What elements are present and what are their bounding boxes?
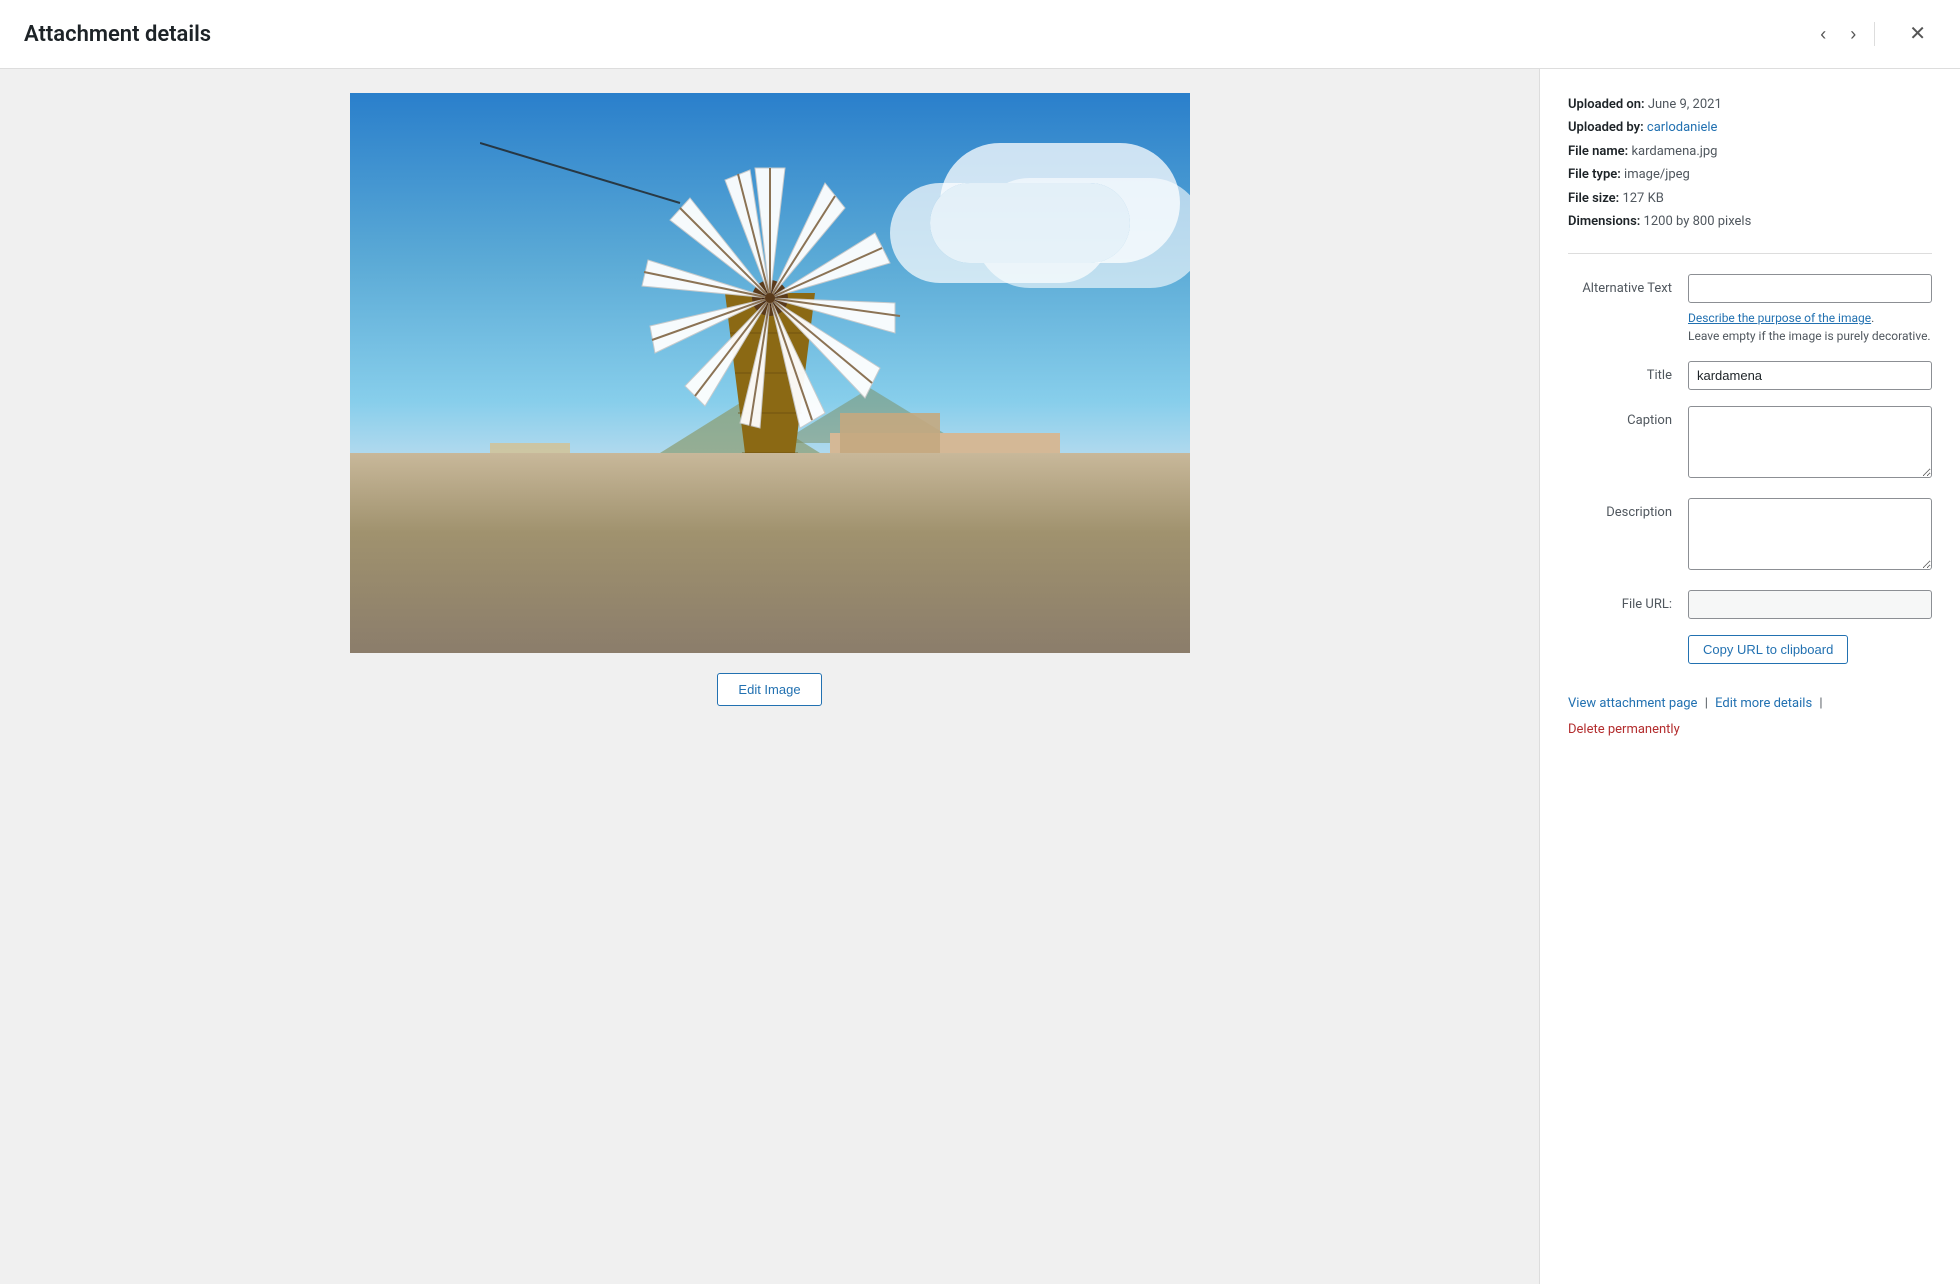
- dimensions-value: 1200 by 800 pixels: [1644, 214, 1752, 229]
- title-label: Title: [1568, 361, 1688, 383]
- file-name-row: File name: kardamena.jpg: [1568, 140, 1932, 163]
- alt-text-help: Describe the purpose of the image. Leave…: [1688, 309, 1932, 345]
- uploaded-by-label: Uploaded by:: [1568, 120, 1644, 135]
- file-type-label: File type:: [1568, 167, 1621, 182]
- file-metadata: Uploaded on: June 9, 2021 Uploaded by: c…: [1568, 93, 1932, 233]
- description-input[interactable]: [1688, 498, 1932, 570]
- caption-control: [1688, 406, 1932, 482]
- file-url-input[interactable]: [1688, 590, 1932, 619]
- title-row: Title: [1568, 361, 1932, 390]
- description-control: [1688, 498, 1932, 574]
- nav-divider: [1874, 22, 1875, 46]
- view-attachment-link[interactable]: View attachment page: [1568, 696, 1697, 711]
- file-name-value: kardamena.jpg: [1631, 144, 1717, 159]
- meta-divider: [1568, 253, 1932, 254]
- file-size-label: File size:: [1568, 191, 1619, 206]
- footer-links: View attachment page | Edit more details…: [1568, 692, 1932, 741]
- uploaded-by-row: Uploaded by: carlodaniele: [1568, 116, 1932, 139]
- uploaded-on-value: June 9, 2021: [1648, 97, 1722, 112]
- windmill-svg: [480, 113, 1060, 653]
- image-container: [350, 93, 1190, 653]
- copy-url-button[interactable]: Copy URL to clipboard: [1688, 635, 1848, 664]
- uploaded-on-label: Uploaded on:: [1568, 97, 1645, 112]
- attachment-image: [350, 93, 1190, 653]
- alt-text-label: Alternative Text: [1568, 274, 1688, 296]
- file-size-value: 127 KB: [1622, 191, 1663, 206]
- alt-text-hint: Leave empty if the image is purely decor…: [1688, 329, 1931, 343]
- caption-input[interactable]: [1688, 406, 1932, 478]
- uploaded-by-link[interactable]: carlodaniele: [1647, 120, 1718, 135]
- file-url-control: [1688, 590, 1932, 619]
- alt-text-link[interactable]: Describe the purpose of the image: [1688, 311, 1871, 325]
- file-size-row: File size: 127 KB: [1568, 187, 1932, 210]
- uploaded-on-row: Uploaded on: June 9, 2021: [1568, 93, 1932, 116]
- description-label: Description: [1568, 498, 1688, 520]
- caption-label: Caption: [1568, 406, 1688, 428]
- header-nav: ‹ › ✕: [1810, 16, 1936, 52]
- title-input[interactable]: [1688, 361, 1932, 390]
- file-url-label: File URL:: [1568, 590, 1688, 612]
- delete-permanently-link[interactable]: Delete permanently: [1568, 718, 1932, 741]
- alt-text-control: Describe the purpose of the image. Leave…: [1688, 274, 1932, 345]
- caption-row: Caption: [1568, 406, 1932, 482]
- alt-text-input[interactable]: [1688, 274, 1932, 303]
- edit-more-link[interactable]: Edit more details: [1715, 696, 1812, 711]
- file-type-row: File type: image/jpeg: [1568, 163, 1932, 186]
- next-button[interactable]: ›: [1840, 17, 1866, 51]
- alt-text-row: Alternative Text Describe the purpose of…: [1568, 274, 1932, 345]
- dimensions-row: Dimensions: 1200 by 800 pixels: [1568, 210, 1932, 233]
- file-url-row: File URL:: [1568, 590, 1932, 619]
- modal-body: Edit Image Uploaded on: June 9, 2021 Upl…: [0, 69, 1960, 1284]
- edit-image-button[interactable]: Edit Image: [717, 673, 821, 706]
- description-row: Description: [1568, 498, 1932, 574]
- title-control: [1688, 361, 1932, 390]
- prev-button[interactable]: ‹: [1810, 17, 1836, 51]
- modal-title: Attachment details: [24, 22, 211, 47]
- dimensions-label: Dimensions:: [1568, 214, 1640, 229]
- footer-sep-2: |: [1819, 696, 1822, 711]
- footer-sep-1: |: [1705, 696, 1708, 711]
- image-panel: Edit Image: [0, 69, 1540, 1284]
- file-type-value: image/jpeg: [1624, 167, 1690, 182]
- close-button[interactable]: ✕: [1899, 16, 1936, 52]
- file-name-label: File name:: [1568, 144, 1628, 159]
- details-panel: Uploaded on: June 9, 2021 Uploaded by: c…: [1540, 69, 1960, 1284]
- modal-header: Attachment details ‹ › ✕: [0, 0, 1960, 69]
